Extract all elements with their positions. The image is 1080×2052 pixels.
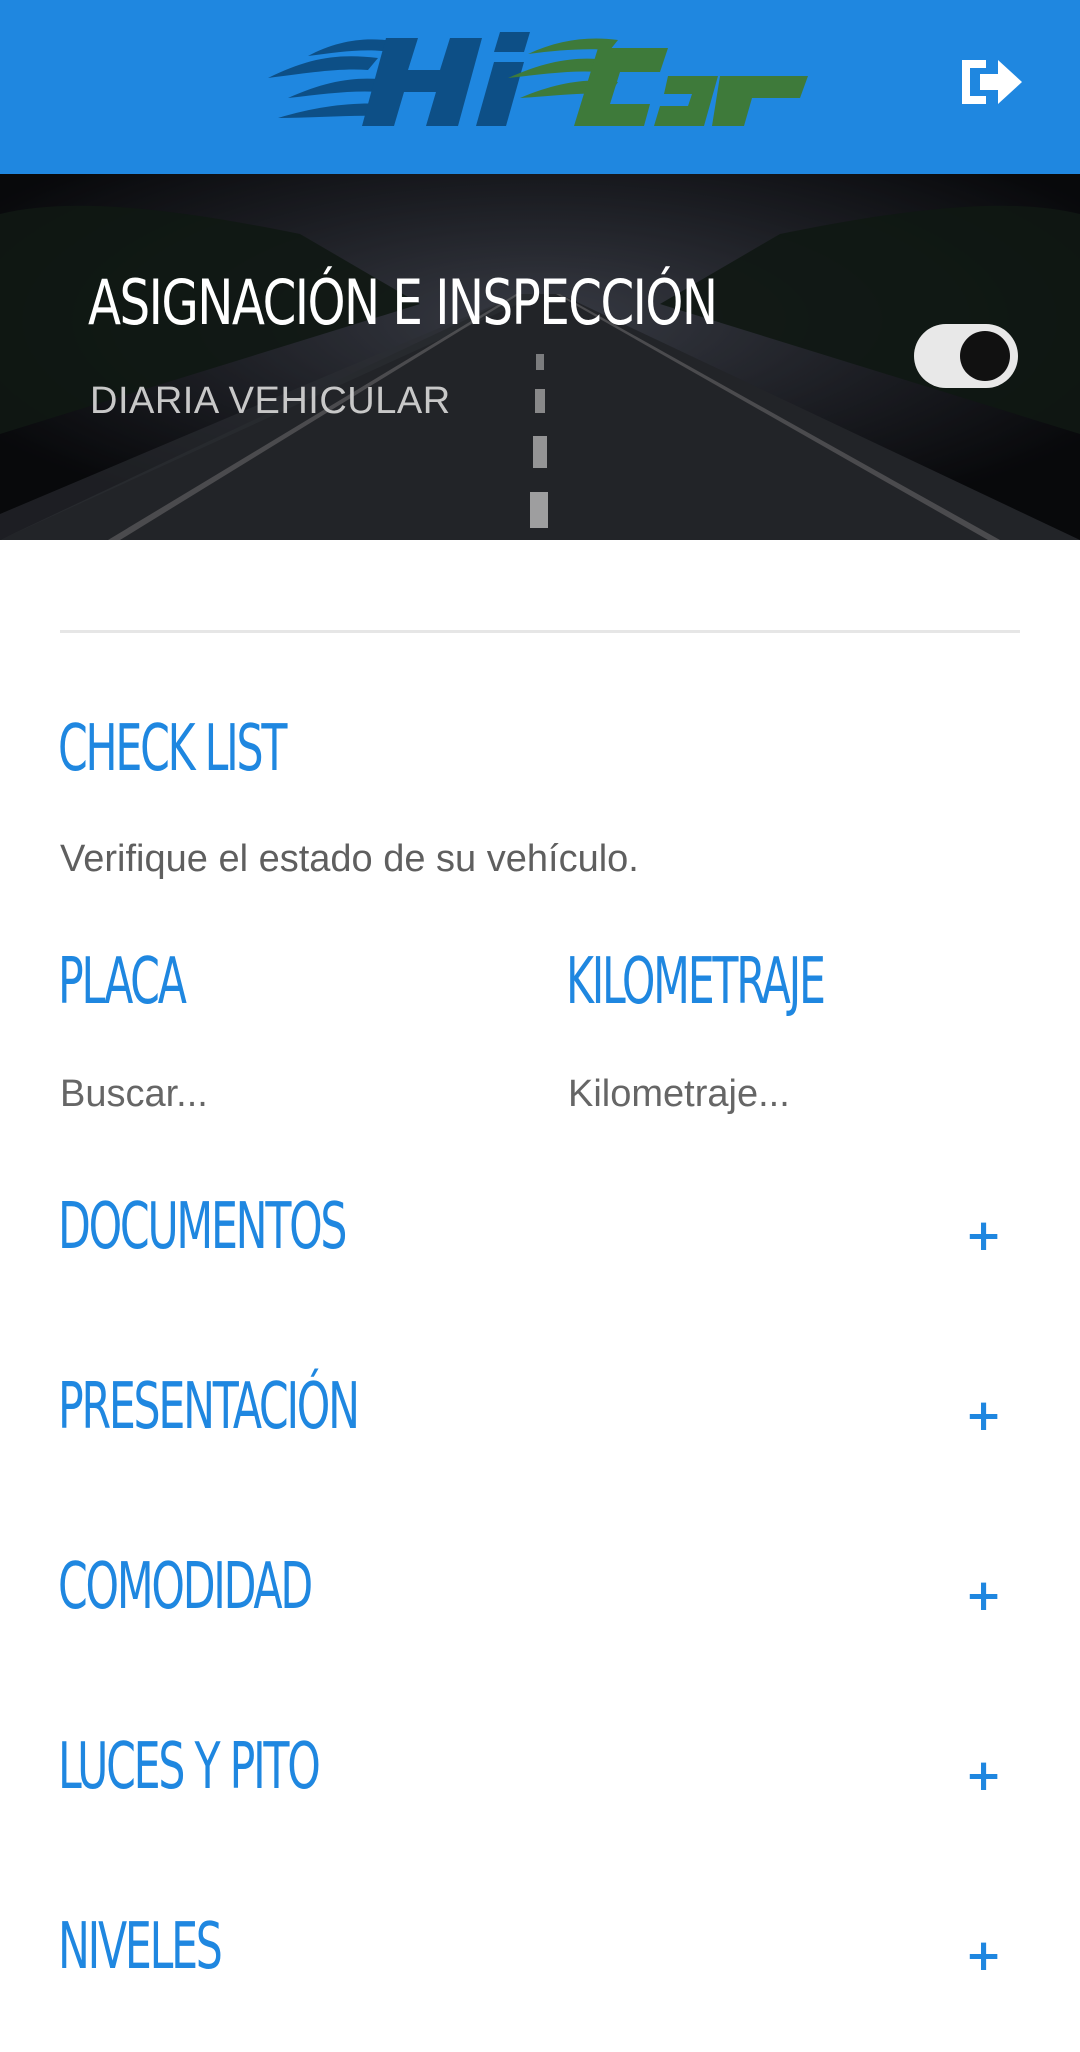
toggle-knob xyxy=(960,331,1010,381)
hicar-logo xyxy=(268,18,808,138)
expand-plus-icon[interactable]: + xyxy=(965,1210,1002,1261)
logout-icon xyxy=(962,60,1022,104)
section-label: NIVELES xyxy=(58,1910,223,1984)
logout-button[interactable] xyxy=(956,52,1026,112)
expand-plus-icon[interactable]: + xyxy=(965,1570,1002,1621)
divider xyxy=(60,630,1020,633)
expand-plus-icon[interactable]: + xyxy=(965,1930,1002,1981)
app-header xyxy=(0,0,1080,174)
placa-label: PLACA xyxy=(58,945,187,1019)
section-presentacion[interactable]: PRESENTACIÓN + xyxy=(0,1358,1080,1488)
checklist-title: CHECK LIST xyxy=(58,712,287,786)
checklist-description: Verifique el estado de su vehículo. xyxy=(60,838,639,880)
expand-plus-icon[interactable]: + xyxy=(965,1390,1002,1441)
section-luces-y-pito[interactable]: LUCES Y PITO + xyxy=(0,1718,1080,1848)
section-label: PRESENTACIÓN xyxy=(58,1370,360,1444)
expand-plus-icon[interactable]: + xyxy=(965,1750,1002,1801)
section-comodidad[interactable]: COMODIDAD + xyxy=(0,1538,1080,1668)
section-label: LUCES Y PITO xyxy=(58,1730,321,1804)
kilometraje-label: KILOMETRAJE xyxy=(566,945,826,1019)
page-subtitle: DIARIA VEHICULAR xyxy=(90,380,451,422)
kilometraje-input[interactable] xyxy=(568,1066,1008,1122)
section-label: DOCUMENTOS xyxy=(58,1190,347,1264)
placa-search-input[interactable] xyxy=(60,1066,500,1122)
toggle-switch[interactable] xyxy=(914,324,1018,388)
hero-banner: ASIGNACIÓN E INSPECCIÓN DIARIA VEHICULAR xyxy=(0,174,1080,540)
section-niveles[interactable]: NIVELES + xyxy=(0,1898,1080,2028)
section-label: COMODIDAD xyxy=(58,1550,313,1624)
section-documentos[interactable]: DOCUMENTOS + xyxy=(0,1178,1080,1308)
page-title: ASIGNACIÓN E INSPECCIÓN xyxy=(88,266,718,339)
